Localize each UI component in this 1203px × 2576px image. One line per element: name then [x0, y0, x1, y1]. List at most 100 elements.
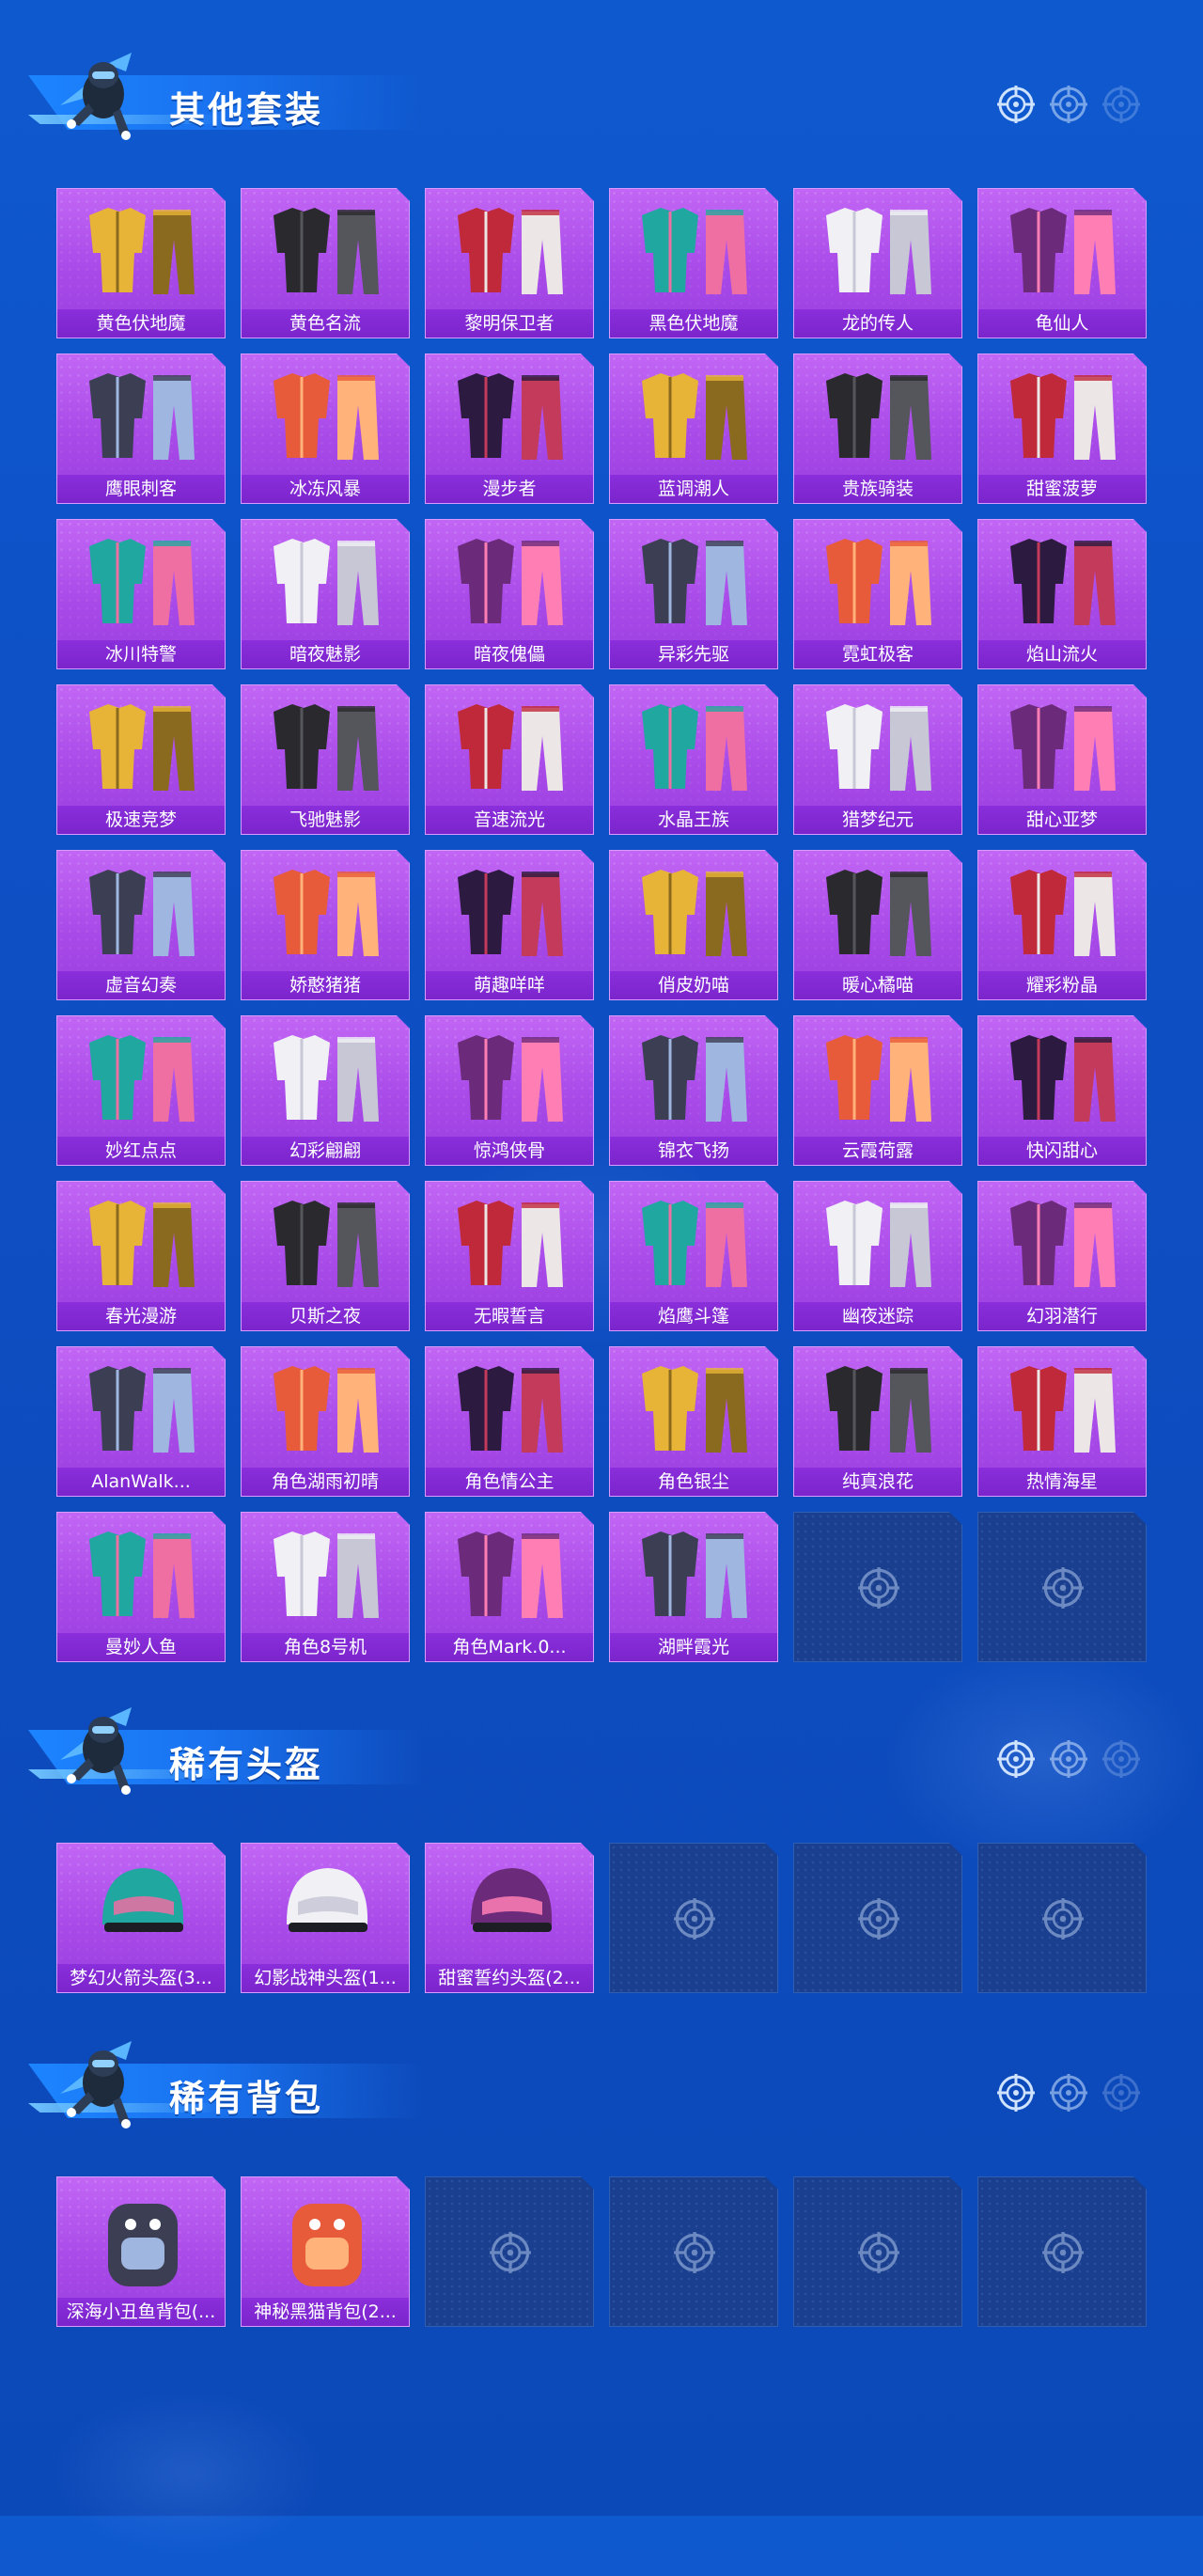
item-tile[interactable]: 角色湖雨初晴: [241, 1346, 410, 1497]
item-tile[interactable]: 虚音幻奏: [56, 850, 226, 1000]
item-tile[interactable]: 热情海星: [977, 1346, 1147, 1497]
item-name: 角色Mark.0...: [426, 1633, 593, 1661]
outfit-icon: [445, 691, 576, 802]
item-tile[interactable]: 焰山流火: [977, 519, 1147, 669]
item-tile[interactable]: AlanWalk...: [56, 1346, 226, 1497]
item-tile[interactable]: 惊鸿侠骨: [425, 1015, 594, 1166]
item-tile[interactable]: 角色8号机: [241, 1512, 410, 1662]
item-name: 贝斯之夜: [242, 1302, 409, 1330]
empty-slot: [977, 1843, 1147, 1993]
item-tile[interactable]: 黎明保卫者: [425, 188, 594, 338]
item-tile[interactable]: 暗夜傀儡: [425, 519, 594, 669]
item-tile[interactable]: 梦幻火箭头盔(3...: [56, 1843, 226, 1993]
item-tile[interactable]: 娇憨猪猪: [241, 850, 410, 1000]
item-tile[interactable]: 霓虹极客: [793, 519, 962, 669]
item-name: 焰鹰斗篷: [610, 1302, 777, 1330]
item-tile[interactable]: 蓝调潮人: [609, 353, 778, 504]
empty-slot: [425, 2176, 594, 2327]
item-tile[interactable]: 贵族骑装: [793, 353, 962, 504]
item-tile[interactable]: 曼妙人鱼: [56, 1512, 226, 1662]
item-tile[interactable]: 俏皮奶喵: [609, 850, 778, 1000]
item-tile[interactable]: 幻影战神头盔(1...: [241, 1843, 410, 1993]
item-tile[interactable]: 焰鹰斗篷: [609, 1181, 778, 1331]
item-tile[interactable]: 冰川特警: [56, 519, 226, 669]
empty-slot: [793, 1843, 962, 1993]
item-tile[interactable]: 幽夜迷踪: [793, 1181, 962, 1331]
item-tile[interactable]: 极速竞梦: [56, 684, 226, 835]
mascot-icon: [60, 2041, 132, 2128]
outfit-icon: [445, 1022, 576, 1133]
target-icon: [489, 2231, 532, 2274]
item-tile[interactable]: 暖心橘喵: [793, 850, 962, 1000]
outfit-icon: [76, 1518, 208, 1629]
item-name: 深海小丑鱼背包(...: [57, 2298, 225, 2326]
item-tile[interactable]: 甜心亚梦: [977, 684, 1147, 835]
outfit-icon: [629, 360, 760, 471]
item-tile[interactable]: 角色银尘: [609, 1346, 778, 1497]
item-tile[interactable]: 深海小丑鱼背包(...: [56, 2176, 226, 2327]
item-tile[interactable]: 龟仙人: [977, 188, 1147, 338]
item-tile[interactable]: 甜蜜誓约头盔(2...: [425, 1843, 594, 1993]
item-tile[interactable]: 暗夜魅影: [241, 519, 410, 669]
item-name: 角色8号机: [242, 1633, 409, 1661]
item-name: 黑色伏地魔: [610, 309, 777, 338]
item-name: 暗夜魅影: [242, 640, 409, 668]
item-tile[interactable]: 妙红点点: [56, 1015, 226, 1166]
item-tile[interactable]: 黄色名流: [241, 188, 410, 338]
item-tile[interactable]: 幻彩翩翩: [241, 1015, 410, 1166]
item-tile[interactable]: 龙的传人: [793, 188, 962, 338]
outfit-icon: [260, 1187, 392, 1298]
target-icon: [673, 1897, 716, 1940]
item-tile[interactable]: 快闪甜心: [977, 1015, 1147, 1166]
mascot-icon: [60, 53, 132, 140]
item-tile[interactable]: 异彩先驱: [609, 519, 778, 669]
outfit-icon: [260, 1353, 392, 1464]
item-tile[interactable]: 冰冻风暴: [241, 353, 410, 504]
item-tile[interactable]: 漫步者: [425, 353, 594, 504]
item-name: 角色湖雨初晴: [242, 1468, 409, 1496]
item-tile[interactable]: 猎梦纪元: [793, 684, 962, 835]
item-name: 黄色名流: [242, 309, 409, 338]
item-tile[interactable]: 角色Mark.0...: [425, 1512, 594, 1662]
item-tile[interactable]: 贝斯之夜: [241, 1181, 410, 1331]
item-tile[interactable]: 耀彩粉晶: [977, 850, 1147, 1000]
item-tile[interactable]: 萌趣咩咩: [425, 850, 594, 1000]
item-name: 惊鸿侠骨: [426, 1137, 593, 1165]
item-tile[interactable]: 黑色伏地魔: [609, 188, 778, 338]
item-tile[interactable]: 飞驰魅影: [241, 684, 410, 835]
item-tile[interactable]: 春光漫游: [56, 1181, 226, 1331]
item-name: 热情海星: [978, 1468, 1146, 1496]
item-name: 萌趣咩咩: [426, 971, 593, 999]
item-name: 幻羽潜行: [978, 1302, 1146, 1330]
item-tile[interactable]: 幻羽潜行: [977, 1181, 1147, 1331]
item-tile[interactable]: 角色情公主: [425, 1346, 594, 1497]
outfit-icon: [813, 1022, 945, 1133]
item-tile[interactable]: 鹰眼刺客: [56, 353, 226, 504]
item-tile[interactable]: 湖畔霞光: [609, 1512, 778, 1662]
item-tile[interactable]: 锦衣飞扬: [609, 1015, 778, 1166]
item-tile[interactable]: 甜蜜菠萝: [977, 353, 1147, 504]
outfit-icon: [445, 360, 576, 471]
empty-slot: [793, 2176, 962, 2327]
item-tile[interactable]: 无暇誓言: [425, 1181, 594, 1331]
outfit-icon: [76, 1187, 208, 1298]
outfit-icon: [629, 1022, 760, 1133]
item-name: 湖畔霞光: [610, 1633, 777, 1661]
outfit-icon: [76, 360, 208, 471]
item-name: 角色银尘: [610, 1468, 777, 1496]
target-icon: [1041, 2231, 1085, 2274]
outfit-icon: [997, 1353, 1129, 1464]
item-tile[interactable]: 音速流光: [425, 684, 594, 835]
outfit-icon: [445, 526, 576, 636]
item-name: 虚音幻奏: [57, 971, 225, 999]
item-tile[interactable]: 水晶王族: [609, 684, 778, 835]
outfit-icon: [813, 1187, 945, 1298]
item-tile[interactable]: 神秘黑猫背包(2...: [241, 2176, 410, 2327]
item-name: 纯真浪花: [794, 1468, 961, 1496]
item-name: 暗夜傀儡: [426, 640, 593, 668]
item-tile[interactable]: 云霞荷露: [793, 1015, 962, 1166]
item-tile[interactable]: 黄色伏地魔: [56, 188, 226, 338]
item-tile[interactable]: 纯真浪花: [793, 1346, 962, 1497]
outfit-icon: [629, 856, 760, 967]
outfit-icon: [997, 856, 1129, 967]
